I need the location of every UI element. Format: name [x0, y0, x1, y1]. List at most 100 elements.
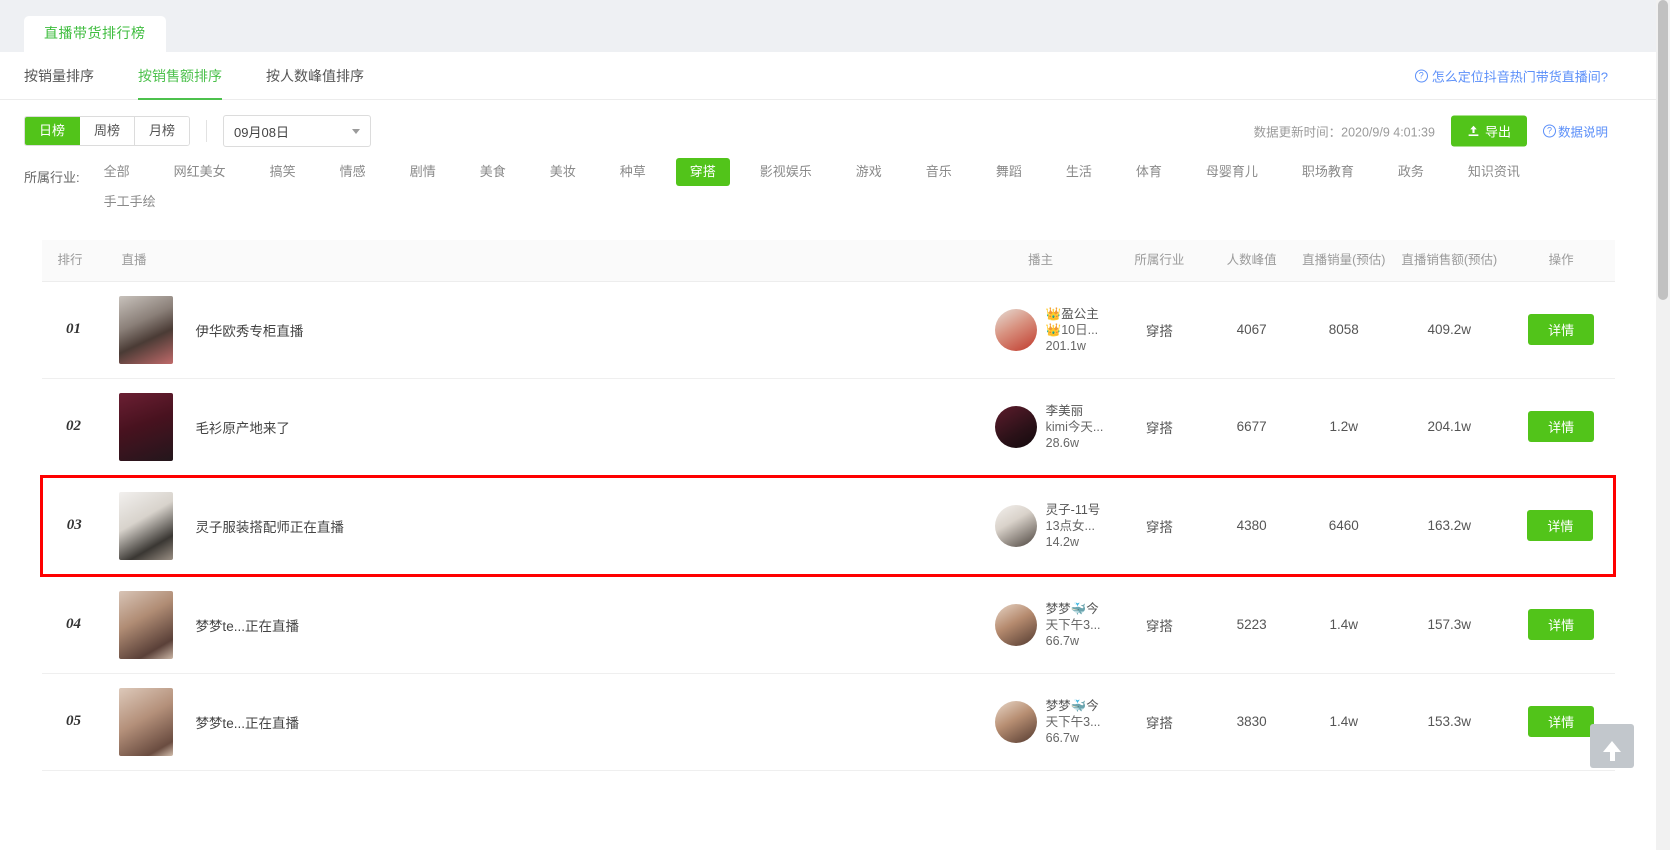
- cell-industry: 穿搭: [1112, 474, 1207, 577]
- export-button[interactable]: 导出: [1450, 115, 1527, 147]
- cell-action: 详情: [1507, 281, 1615, 379]
- detail-button[interactable]: 详情: [1528, 609, 1595, 641]
- cell-sales-amount: 163.2w: [1390, 474, 1508, 577]
- tab-sort-by-volume[interactable]: 按销量排序: [24, 52, 94, 100]
- industry-tag-9[interactable]: 影视娱乐: [746, 158, 826, 186]
- industry-tag-2[interactable]: 搞笑: [256, 158, 310, 186]
- date-select-value: 09月08日: [234, 124, 289, 140]
- cell-rank: 01: [41, 281, 106, 379]
- date-select[interactable]: 09月08日: [223, 115, 372, 147]
- cell-live: 灵子服装搭配师正在直播: [105, 474, 969, 577]
- avatar[interactable]: [994, 700, 1037, 743]
- table-row-highlighted[interactable]: 03 灵子服装搭配师正在直播 灵子-11号 13点女... 14.2w 穿搭 4…: [40, 474, 1616, 577]
- sort-tab-bar: 按销量排序 按销售额排序 按人数峰值排序 ? 怎么定位抖音热门带货直播间?: [0, 52, 1656, 100]
- industry-tag-list: 全部 网红美女 搞笑 情感 剧情 美食 美妆 种草 穿搭 影视娱乐 游戏 音乐 …: [90, 158, 1590, 216]
- host-subtitle: 天下午3...: [1045, 714, 1101, 729]
- industry-tag-18[interactable]: 知识资讯: [1454, 158, 1534, 186]
- period-monthly[interactable]: 月榜: [135, 117, 190, 145]
- main-card: 按销量排序 按销售额排序 按人数峰值排序 ? 怎么定位抖音热门带货直播间? 日榜…: [0, 52, 1656, 850]
- industry-tag-7[interactable]: 种草: [606, 158, 660, 186]
- cell-peak-viewers: 4067: [1206, 281, 1297, 379]
- industry-tag-1[interactable]: 网红美女: [160, 158, 240, 186]
- avatar[interactable]: [994, 603, 1037, 646]
- ranking-table-wrapper: 排行 直播 播主 所属行业 人数峰值 直播销量(预估) 直播销售额(预估) 操作…: [0, 240, 1656, 771]
- industry-tag-6[interactable]: 美妆: [536, 158, 590, 186]
- cell-action: 详情: [1507, 474, 1616, 577]
- industry-tag-3[interactable]: 情感: [326, 158, 380, 186]
- live-thumbnail[interactable]: [119, 295, 174, 364]
- col-rank: 排行: [41, 240, 106, 282]
- avatar[interactable]: [994, 504, 1037, 547]
- cell-sales-volume: 1.4w: [1296, 575, 1391, 674]
- detail-button[interactable]: 详情: [1528, 706, 1595, 738]
- industry-tag-17[interactable]: 政务: [1384, 158, 1438, 186]
- host-fans: 201.1w: [1045, 338, 1086, 353]
- rank-value: 04: [65, 616, 81, 633]
- industry-tag-11[interactable]: 音乐: [912, 158, 966, 186]
- ranking-table: 排行 直播 播主 所属行业 人数峰值 直播销量(预估) 直播销售额(预估) 操作…: [40, 240, 1616, 771]
- export-button-label: 导出: [1484, 124, 1511, 140]
- industry-tag-10[interactable]: 游戏: [842, 158, 896, 186]
- page-root: 直播带货排行榜 按销量排序 按销售额排序 按人数峰值排序 ? 怎么定位抖音热门带…: [0, 0, 1670, 850]
- host-name: 李美丽: [1045, 403, 1084, 418]
- cell-industry: 穿搭: [1112, 575, 1207, 674]
- live-thumbnail[interactable]: [119, 491, 174, 560]
- table-row[interactable]: 05 梦梦te...正在直播 梦梦�: [41, 673, 1615, 771]
- cell-live: 梦梦te...正在直播: [105, 673, 969, 771]
- detail-button[interactable]: 详情: [1528, 314, 1595, 346]
- cell-sales-volume: 1.4w: [1296, 673, 1391, 771]
- question-circle-icon: ?: [1542, 124, 1556, 138]
- cell-industry: 穿搭: [1112, 673, 1207, 771]
- filter-bar: 日榜 周榜 月榜 09月08日 数据更新时间：2020/9/9 4:01:39 …: [0, 100, 1656, 162]
- live-thumbnail[interactable]: [119, 590, 174, 659]
- cell-rank: 02: [41, 378, 106, 477]
- tab-sort-by-sales-amount[interactable]: 按销售额排序: [138, 52, 222, 100]
- live-thumbnail[interactable]: [119, 392, 174, 461]
- col-host: 播主: [968, 240, 1113, 282]
- industry-tag-14[interactable]: 体育: [1122, 158, 1176, 186]
- industry-filter: 所属行业: 全部 网红美女 搞笑 情感 剧情 美食 美妆 种草 穿搭 影视娱乐 …: [0, 158, 1656, 216]
- live-thumbnail[interactable]: [119, 687, 174, 756]
- industry-tag-15[interactable]: 母婴育儿: [1192, 158, 1272, 186]
- table-row[interactable]: 01 伊华欧秀专柜直播 👑盈公主 👑10日... 201.1w 穿搭 4067 …: [41, 281, 1615, 379]
- data-description-link[interactable]: ? 数据说明: [1542, 122, 1608, 141]
- industry-tag-19[interactable]: 手工手绘: [90, 188, 170, 216]
- top-tab-strip: 直播带货排行榜: [0, 0, 1670, 52]
- cell-live: 伊华欧秀专柜直播: [105, 281, 969, 379]
- col-sales-volume: 直播销量(预估): [1296, 240, 1391, 282]
- cell-host: 👑盈公主 👑10日... 201.1w: [968, 281, 1113, 379]
- cell-industry: 穿搭: [1112, 281, 1207, 379]
- help-link[interactable]: ? 怎么定位抖音热门带货直播间?: [1414, 66, 1608, 85]
- industry-tag-13[interactable]: 生活: [1052, 158, 1106, 186]
- tab-sort-by-peak-viewers[interactable]: 按人数峰值排序: [266, 52, 364, 100]
- host-fans: 66.7w: [1045, 730, 1080, 745]
- host-name: 👑盈公主: [1045, 306, 1099, 321]
- page-scrollbar[interactable]: [1656, 0, 1670, 850]
- period-daily[interactable]: 日榜: [25, 117, 81, 145]
- document-tab[interactable]: 直播带货排行榜: [24, 16, 166, 52]
- table-header-row: 排行 直播 播主 所属行业 人数峰值 直播销量(预估) 直播销售额(预估) 操作: [41, 240, 1615, 282]
- industry-tag-16[interactable]: 职场教育: [1288, 158, 1368, 186]
- cell-rank: 04: [41, 575, 106, 674]
- cell-peak-viewers: 5223: [1206, 575, 1297, 674]
- industry-tag-12[interactable]: 舞蹈: [982, 158, 1036, 186]
- scrollbar-thumb[interactable]: [1658, 0, 1668, 300]
- back-to-top-button[interactable]: [1590, 724, 1634, 768]
- industry-tag-all[interactable]: 全部: [90, 158, 144, 186]
- host-name: 灵子-11号: [1045, 502, 1101, 517]
- table-body: 01 伊华欧秀专柜直播 👑盈公主 👑10日... 201.1w 穿搭 4067 …: [40, 281, 1616, 771]
- avatar[interactable]: [994, 405, 1037, 448]
- period-weekly[interactable]: 周榜: [80, 117, 136, 145]
- cell-rank: 05: [41, 673, 106, 771]
- industry-tag-fashion-selected[interactable]: 穿搭: [675, 158, 730, 186]
- avatar[interactable]: [994, 308, 1037, 351]
- table-row[interactable]: 04 梦梦te...正在直播 梦梦�: [41, 575, 1615, 674]
- col-peak-viewers: 人数峰值: [1206, 240, 1297, 282]
- col-industry: 所属行业: [1112, 240, 1207, 282]
- industry-tag-5[interactable]: 美食: [466, 158, 520, 186]
- detail-button[interactable]: 详情: [1527, 510, 1594, 542]
- table-row[interactable]: 02 毛衫原产地来了 李美丽 kimi今天... 28.6w 穿搭 6677 1…: [41, 378, 1615, 477]
- industry-tag-4[interactable]: 剧情: [396, 158, 450, 186]
- detail-button[interactable]: 详情: [1528, 411, 1595, 443]
- cell-peak-viewers: 3830: [1206, 673, 1297, 771]
